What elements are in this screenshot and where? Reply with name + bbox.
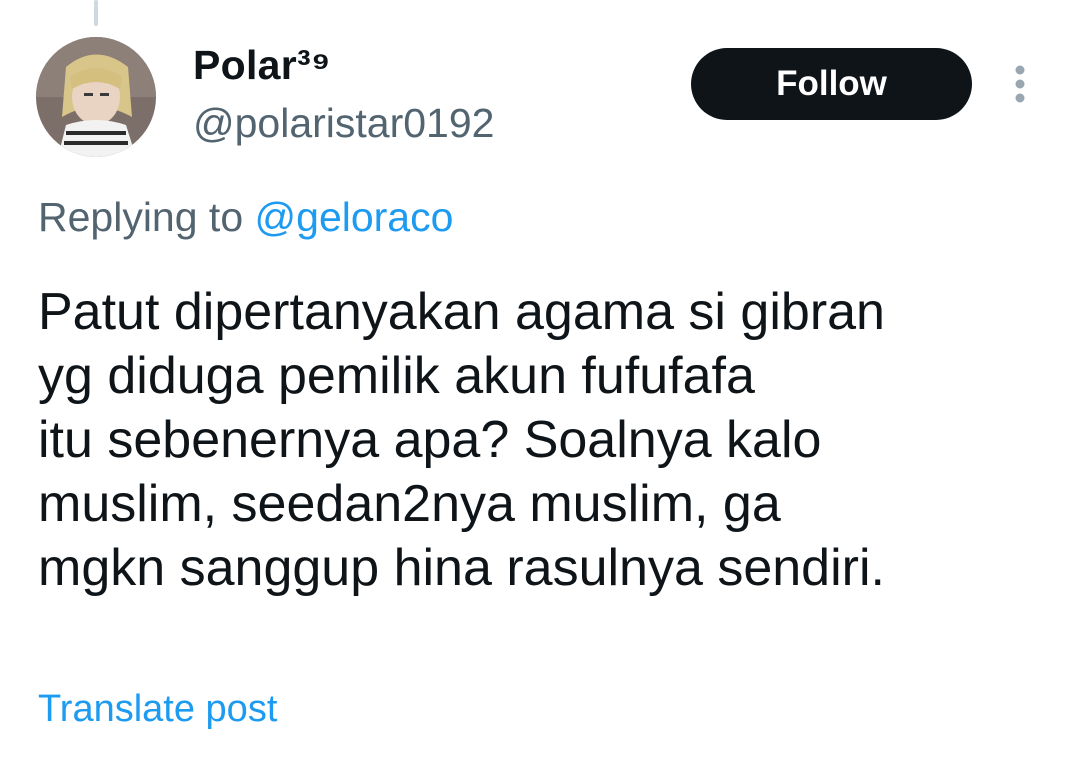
author-handle[interactable]: @polaristar0192 — [193, 98, 494, 148]
replying-to: Replying to @geloraco — [38, 191, 453, 243]
thread-connector-line — [94, 0, 98, 26]
translate-post-link[interactable]: Translate post — [38, 684, 277, 734]
more-vertical-icon — [1015, 65, 1025, 103]
author-display-name[interactable]: Polar³⁹ — [193, 40, 331, 90]
post-text: Patut dipertanyakan agama si gibran yg d… — [38, 280, 1058, 600]
post-text-line: muslim, seedan2nya muslim, ga — [38, 475, 781, 533]
more-options-button[interactable] — [1004, 60, 1036, 108]
replying-to-prefix: Replying to — [38, 194, 255, 240]
post-text-line: yg diduga pemilik akun fufufafa — [38, 347, 755, 405]
avatar[interactable] — [36, 37, 156, 157]
post-text-line: Patut dipertanyakan agama si gibran — [38, 283, 885, 341]
post-text-line: mgkn sanggup hina rasulnya sendiri. — [38, 539, 885, 597]
post-text-line: itu sebenernya apa? Soalnya kalo — [38, 411, 822, 469]
reply-mention-link[interactable]: @geloraco — [255, 194, 454, 240]
avatar-image — [36, 37, 156, 157]
follow-button[interactable]: Follow — [691, 48, 972, 120]
